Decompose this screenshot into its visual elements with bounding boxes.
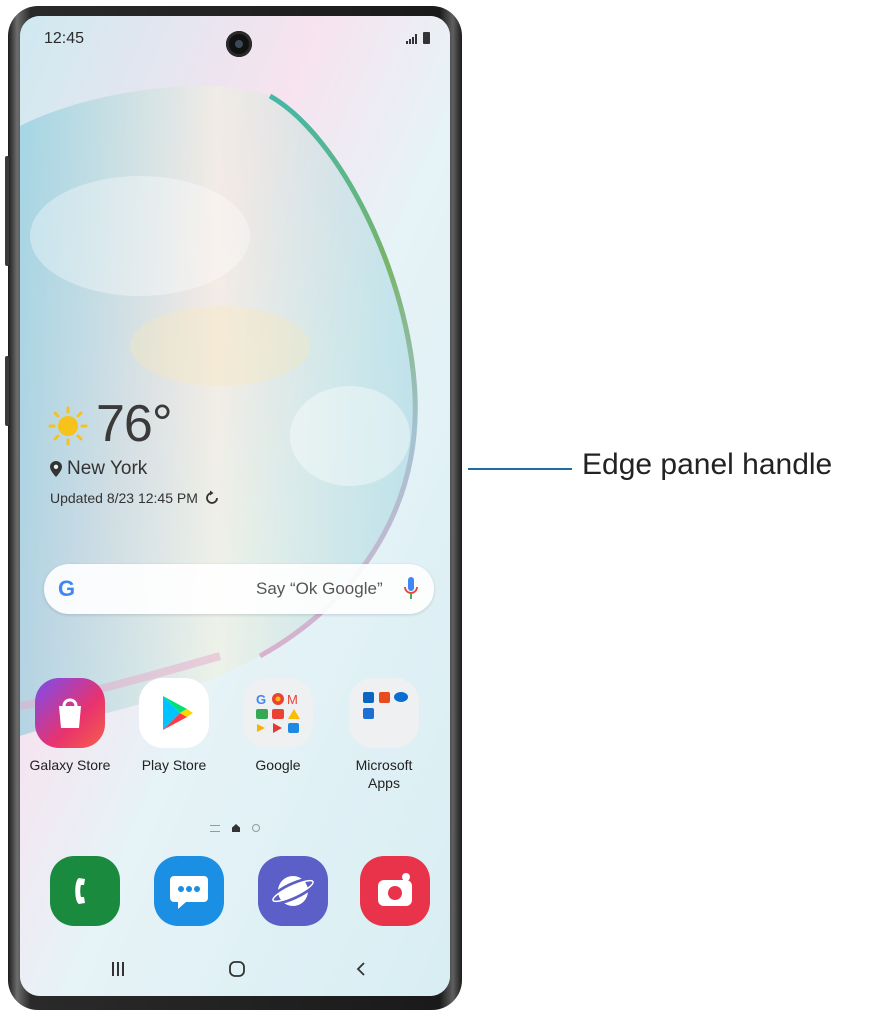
google-folder-icon: G M xyxy=(243,678,313,748)
updated-label: Updated 8/23 12:45 PM xyxy=(50,490,198,506)
mic-icon[interactable] xyxy=(404,577,418,601)
google-logo-icon: G xyxy=(58,576,76,601)
app-label: Google xyxy=(255,757,301,773)
home-button[interactable] xyxy=(228,960,246,984)
temperature: 76° xyxy=(96,395,173,453)
recents-icon xyxy=(112,962,124,976)
page-dot-indicator xyxy=(252,824,260,832)
status-time: 12:45 xyxy=(44,30,85,47)
app-label: Galaxy Store xyxy=(29,757,111,773)
camera-app-icon[interactable] xyxy=(360,856,430,926)
wallpaper xyxy=(20,16,450,996)
svg-text:M: M xyxy=(287,692,298,707)
signal-icon xyxy=(406,34,417,44)
location-pin-icon xyxy=(50,461,62,477)
back-button[interactable] xyxy=(354,960,368,984)
play-store-icon xyxy=(139,678,209,748)
location: New York xyxy=(50,458,147,480)
app-play-store[interactable]: Play Store xyxy=(124,678,224,774)
app-galaxy-store[interactable]: Galaxy Store xyxy=(20,678,120,774)
sun-icon xyxy=(48,406,88,446)
callout-line xyxy=(468,468,572,470)
search-hint: Say “Ok Google” xyxy=(256,579,383,598)
app-label: Microsoft Apps xyxy=(355,757,413,791)
phone-device: 12:45 76° New York Updated 8/23 12:45 PM… xyxy=(5,6,462,1010)
page-indicator xyxy=(210,824,260,832)
app-microsoft-folder[interactable]: Microsoft Apps xyxy=(334,678,434,792)
app-google-folder[interactable]: G M Google xyxy=(228,678,328,774)
microsoft-folder-icon xyxy=(349,678,419,748)
callout-label: Edge panel handle xyxy=(582,448,833,481)
page-list-indicator xyxy=(210,824,220,832)
galaxy-store-icon xyxy=(35,678,105,748)
side-key xyxy=(5,356,9,426)
google-search-bar[interactable]: G Say “Ok Google” xyxy=(44,564,434,614)
app-label: Play Store xyxy=(141,757,207,773)
internet-app-icon[interactable] xyxy=(258,856,328,926)
front-camera xyxy=(226,31,252,57)
volume-button xyxy=(5,156,9,266)
status-icons xyxy=(406,32,430,44)
weather-updated: Updated 8/23 12:45 PM xyxy=(50,490,220,506)
page-home-indicator-active xyxy=(232,824,240,832)
svg-text:G: G xyxy=(256,692,266,707)
back-icon xyxy=(356,962,365,976)
recents-button[interactable] xyxy=(110,960,126,984)
home-icon xyxy=(229,961,245,977)
battery-icon xyxy=(423,32,430,44)
phone-app-icon[interactable] xyxy=(50,856,120,926)
navigation-bar xyxy=(20,956,450,996)
home-screen: 12:45 76° New York Updated 8/23 12:45 PM… xyxy=(20,16,450,996)
refresh-icon[interactable] xyxy=(204,490,220,506)
location-label: New York xyxy=(67,458,148,479)
messages-app-icon[interactable] xyxy=(154,856,224,926)
